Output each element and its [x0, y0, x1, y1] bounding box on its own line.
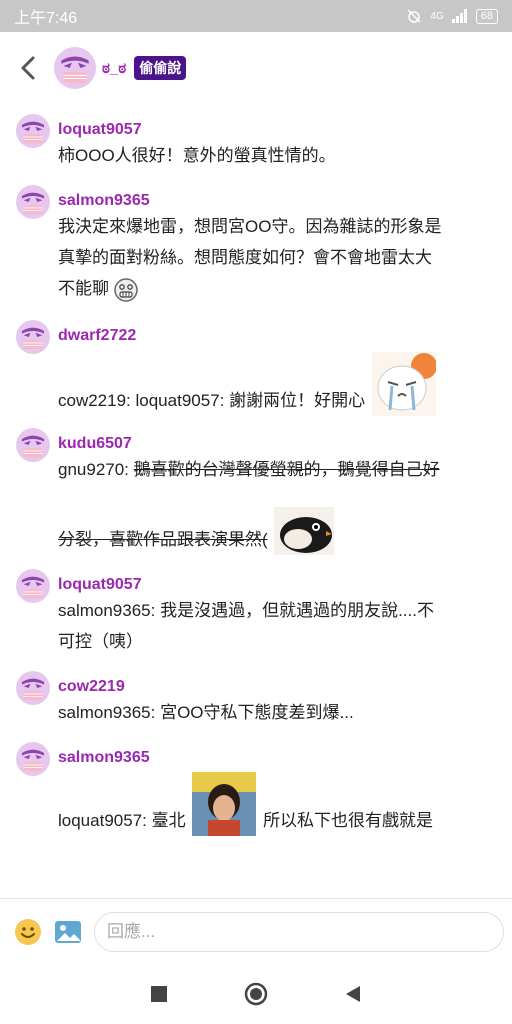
chevron-left-icon[interactable]: [16, 56, 40, 80]
recent-apps-icon[interactable]: [145, 980, 173, 1008]
comment-text-continued: 所以私下也很有戲就是: [263, 811, 434, 830]
comment-item: dwarf2722 cow2219: loquat9057: 謝謝兩位！好開心: [0, 320, 512, 416]
grimace-emoji: [113, 277, 138, 302]
reply-input[interactable]: [94, 911, 504, 952]
comment-username[interactable]: salmon9365: [58, 191, 498, 211]
comment-text-struck: 鵝喜歡的台灣聲優螢親的，鵝覺得自己好: [133, 460, 440, 479]
avatar[interactable]: [16, 569, 50, 603]
avatar[interactable]: [16, 671, 50, 705]
avatar[interactable]: [16, 185, 50, 219]
comment-item: salmon9365 我決定來爆地雷，想問宮OO守。因為雜誌的形象是 真摯的面對…: [0, 185, 512, 304]
alarm-off-icon: [407, 9, 421, 23]
status-time: 上午7:46: [14, 10, 78, 27]
comment-text-line: 我決定來爆地雷，想問宮OO守。因為雜誌的形象是: [58, 217, 442, 236]
home-icon[interactable]: [242, 980, 270, 1008]
comment-username[interactable]: loquat9057: [58, 575, 498, 595]
thread-author-name[interactable]: ಠ_ಠ: [102, 60, 126, 77]
avatar: [54, 47, 96, 89]
signal-icon: [451, 9, 467, 23]
crying-cat-sticker[interactable]: [371, 352, 436, 416]
reply-composer: [0, 898, 512, 964]
comment-text-line: 真摯的面對粉絲。想問態度如何？會不會地雷太大: [58, 248, 432, 267]
avatar[interactable]: [16, 114, 50, 148]
status-bar: 上午7:46 4G 68: [0, 0, 512, 32]
comment-text: loquat9057: 臺北: [58, 811, 186, 830]
avatar[interactable]: [16, 320, 50, 354]
system-nav-bar: [0, 964, 512, 1024]
comment-username[interactable]: loquat9057: [58, 120, 498, 140]
comment-text-line: 不能聊: [58, 279, 109, 298]
comment-item: loquat9057 salmon9365: 我是沒遇過，但就遇過的朋友說...…: [0, 569, 512, 657]
comment-item: salmon9365 loquat9057: 臺北 所以私下也很有戲就是: [0, 742, 512, 836]
comment-text-line: salmon9365: 宮OO守私下態度差到爆...: [58, 703, 354, 722]
smiley-icon[interactable]: [14, 918, 42, 946]
comment-mention: gnu9270:: [58, 460, 134, 479]
avatar[interactable]: [16, 742, 50, 776]
comment-username[interactable]: dwarf2722: [58, 326, 498, 346]
comment-list: loquat9057 柿OOO人很好！意外的螢真性情的。 salmon9365 …: [0, 104, 512, 898]
image-icon[interactable]: [54, 918, 82, 946]
thread-header: ಠ_ಠ 偷偷說: [0, 32, 512, 104]
comment-item: cow2219 salmon9365: 宮OO守私下態度差到爆...: [0, 671, 512, 728]
back-nav-icon[interactable]: [339, 980, 367, 1008]
anonymous-badge: 偷偷說: [134, 56, 187, 80]
photo-sticker[interactable]: [192, 772, 257, 836]
comment-text-line: salmon9365: 我是沒遇過，但就遇過的朋友說....不: [58, 601, 434, 620]
comment-text-line: 可控（咦）: [58, 632, 143, 651]
comment-username[interactable]: cow2219: [58, 677, 498, 697]
network-label: 4G: [430, 10, 444, 22]
penguin-sticker[interactable]: [274, 507, 335, 555]
avatar[interactable]: [16, 428, 50, 462]
comment-item: loquat9057 柿OOO人很好！意外的螢真性情的。: [0, 114, 512, 171]
comment-text: cow2219: loquat9057: 謝謝兩位！好開心: [58, 391, 366, 410]
comment-username[interactable]: salmon9365: [58, 748, 498, 768]
battery-indicator: 68: [475, 8, 498, 24]
comment-username[interactable]: kudu6507: [58, 434, 498, 454]
comment-text-struck: 分裂，喜歡作品跟表演果然(: [58, 530, 268, 549]
comment-item: kudu6507 gnu9270: 鵝喜歡的台灣聲優螢親的，鵝覺得自己好 分裂，…: [0, 428, 512, 555]
comment-text: 柿OOO人很好！意外的螢真性情的。: [58, 146, 336, 165]
